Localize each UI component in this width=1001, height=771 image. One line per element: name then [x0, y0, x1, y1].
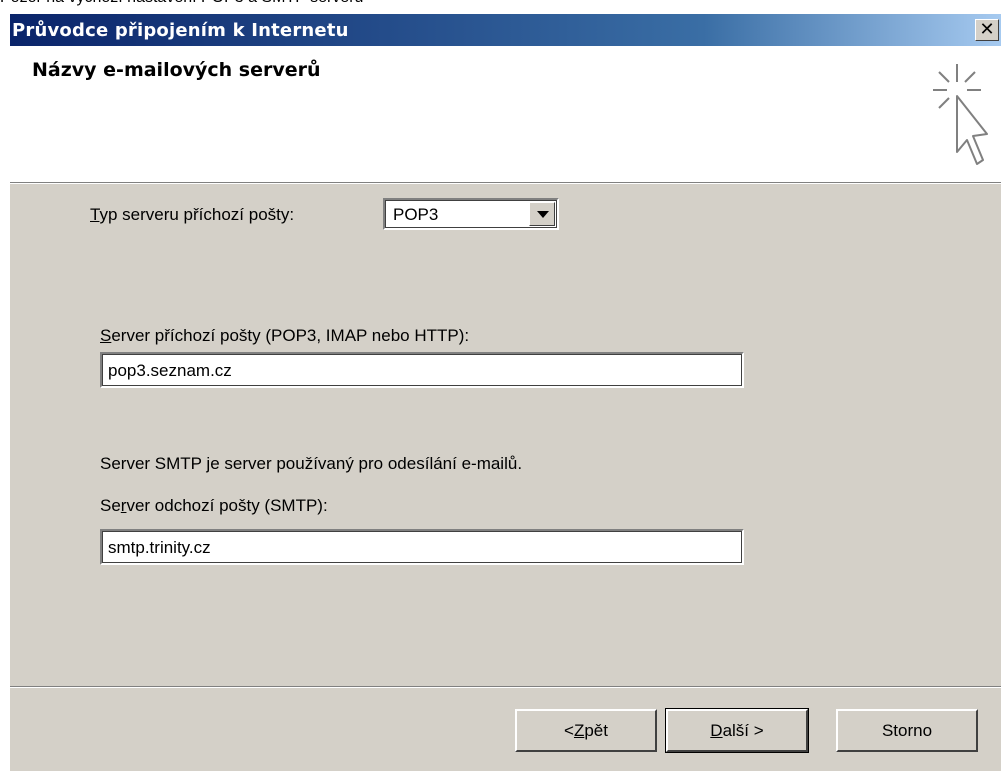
- next-button[interactable]: Další >: [665, 708, 809, 753]
- cursor-click-icon: [933, 64, 988, 165]
- outgoing-server-label: Server odchozí pošty (SMTP):: [100, 496, 328, 515]
- incoming-server-input[interactable]: pop3.seznam.cz: [100, 352, 744, 388]
- dropdown-button[interactable]: [529, 202, 555, 226]
- incoming-server-label: Server příchozí pošty (POP3, IMAP nebo H…: [100, 326, 470, 345]
- incoming-server-type-select[interactable]: POP3: [383, 198, 559, 230]
- back-button[interactable]: < Zpět: [515, 709, 657, 752]
- incoming-type-label: Typ serveru příchozí pošty:: [90, 205, 295, 224]
- close-button[interactable]: ✕: [975, 19, 999, 41]
- internet-connection-wizard-dialog: Průvodce připojením k Internetu ✕ Názvy …: [10, 14, 1001, 771]
- header-separator: [10, 182, 1001, 184]
- select-value: POP3: [393, 205, 439, 224]
- footer-separator: [10, 686, 1001, 688]
- document-text: Pozor na výchozí nastavení POP3 a SMTP s…: [0, 0, 363, 13]
- page-title: Názvy e-mailových serverů: [32, 59, 321, 81]
- smtp-info-text: Server SMTP je server používaný pro odes…: [100, 454, 523, 473]
- close-icon: ✕: [979, 19, 995, 40]
- title-bar[interactable]: Průvodce připojením k Internetu ✕: [10, 14, 1001, 46]
- outgoing-server-input[interactable]: smtp.trinity.cz: [100, 529, 744, 565]
- window-title: Průvodce připojením k Internetu: [12, 20, 349, 41]
- chevron-down-icon: [537, 211, 549, 218]
- cancel-button[interactable]: Storno: [836, 709, 978, 752]
